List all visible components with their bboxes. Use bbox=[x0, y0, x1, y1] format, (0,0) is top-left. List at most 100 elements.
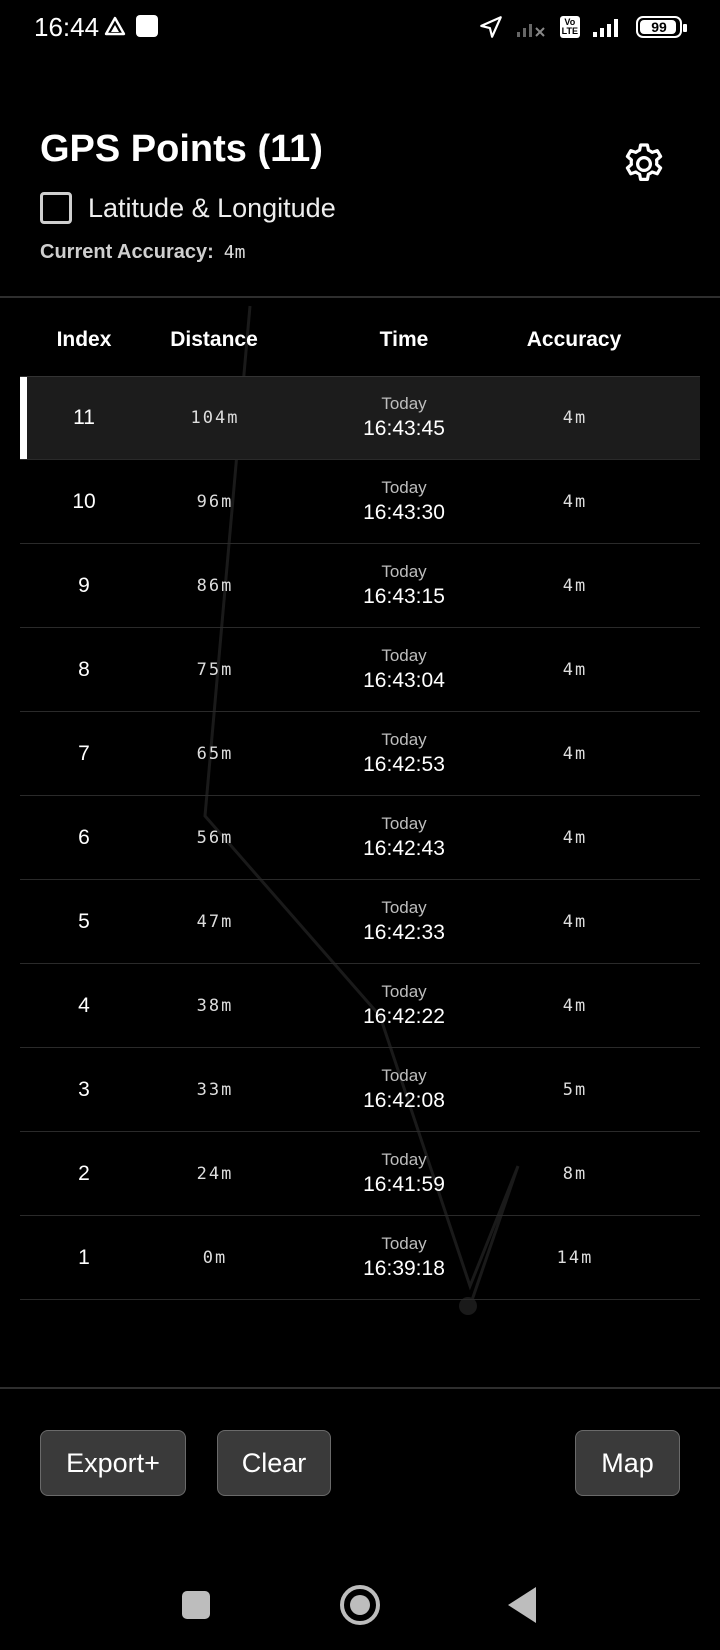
lat-lon-label: Latitude & Longitude bbox=[88, 192, 336, 223]
table-row[interactable]: 4 38m Today 16:42:22 4m bbox=[20, 964, 700, 1048]
cell-accuracy: 4m bbox=[562, 491, 588, 512]
table-row[interactable]: 11 104m Today 16:43:45 4m bbox=[20, 376, 700, 460]
cell-time: Today 16:42:22 bbox=[363, 981, 445, 1031]
recent-apps-button[interactable] bbox=[182, 1591, 210, 1619]
current-accuracy-label: Current Accuracy: bbox=[40, 241, 214, 263]
cell-time: Today 16:43:15 bbox=[363, 561, 445, 611]
cell-distance: 65m bbox=[196, 743, 234, 764]
cell-time-day: Today bbox=[381, 1149, 427, 1169]
map-button[interactable]: Map bbox=[575, 1430, 680, 1496]
table-row[interactable]: 2 24m Today 16:41:59 8m bbox=[20, 1132, 700, 1216]
cell-index: 8 bbox=[78, 657, 90, 681]
cell-time: Today 16:42:43 bbox=[363, 813, 445, 863]
cell-accuracy: 8m bbox=[562, 1163, 588, 1184]
cell-time: Today 16:42:53 bbox=[363, 729, 445, 779]
divider bbox=[0, 1387, 720, 1389]
table-row[interactable]: 8 75m Today 16:43:04 4m bbox=[20, 628, 700, 712]
cell-time-clock: 16:43:30 bbox=[363, 500, 445, 524]
cell-time-day: Today bbox=[381, 1233, 427, 1253]
cell-accuracy: 14m bbox=[556, 1247, 594, 1268]
column-header-accuracy[interactable]: Accuracy bbox=[527, 328, 622, 352]
cell-time-clock: 16:42:33 bbox=[363, 920, 445, 944]
cell-time-clock: 16:43:45 bbox=[363, 417, 445, 440]
cell-time-clock: 16:39:18 bbox=[363, 1256, 445, 1280]
table-row[interactable]: 7 65m Today 16:42:53 4m bbox=[20, 712, 700, 796]
cell-index: 7 bbox=[78, 741, 90, 765]
status-bar: 16:44 Vo LTE 99 bbox=[0, 0, 720, 54]
gps-points-table: 11 104m Today 16:43:45 4m 10 96m Today 16:43:30 4… bbox=[20, 376, 700, 1300]
battery-icon: 99 bbox=[636, 16, 687, 38]
cell-time-day: Today bbox=[381, 897, 427, 917]
volte-icon: Vo LTE bbox=[559, 16, 580, 38]
column-header-time[interactable]: Time bbox=[380, 328, 429, 352]
cell-time-day: Today bbox=[381, 645, 427, 665]
cell-time: Today 16:41:59 bbox=[363, 1149, 445, 1199]
cell-distance: 0m bbox=[202, 1247, 228, 1268]
cell-accuracy: 4m bbox=[562, 827, 588, 848]
settings-button[interactable] bbox=[620, 140, 668, 188]
current-accuracy-value: 4m bbox=[223, 242, 246, 263]
signal-weak-icon bbox=[516, 24, 545, 37]
table-row[interactable]: 6 56m Today 16:42:43 4m bbox=[20, 796, 700, 880]
cell-index: 3 bbox=[78, 1077, 90, 1101]
cell-time: Today 16:42:33 bbox=[363, 897, 445, 947]
location-arrow-icon bbox=[479, 16, 502, 38]
cell-time-day: Today bbox=[381, 477, 427, 497]
cell-index: 2 bbox=[78, 1161, 90, 1185]
table-row[interactable]: 10 96m Today 16:43:30 4m bbox=[20, 460, 700, 544]
gear-icon bbox=[625, 143, 663, 181]
lat-lon-toggle[interactable]: Latitude & Longitude bbox=[40, 192, 336, 224]
cell-accuracy: 4m bbox=[562, 743, 588, 764]
cell-accuracy: 4m bbox=[562, 408, 588, 428]
cell-index: 4 bbox=[78, 993, 90, 1017]
current-accuracy: Current Accuracy: 4m bbox=[40, 241, 245, 264]
cell-time: Today 16:39:18 bbox=[363, 1233, 445, 1283]
cell-time: Today 16:42:08 bbox=[363, 1065, 445, 1115]
cell-distance: 33m bbox=[196, 1079, 234, 1100]
cell-time-day: Today bbox=[381, 813, 427, 833]
cell-time: Today 16:43:04 bbox=[363, 645, 445, 695]
cell-time-clock: 16:42:53 bbox=[363, 752, 445, 776]
column-header-index[interactable]: Index bbox=[57, 328, 112, 352]
cell-time-clock: 16:41:59 bbox=[363, 1172, 445, 1196]
cell-distance: 38m bbox=[196, 995, 234, 1016]
cell-time-day: Today bbox=[381, 561, 427, 581]
cell-accuracy: 4m bbox=[562, 659, 588, 680]
cell-time: Today 16:43:45 bbox=[363, 393, 445, 443]
clear-button[interactable]: Clear bbox=[217, 1430, 331, 1496]
cell-index: 6 bbox=[78, 825, 90, 849]
table-row[interactable]: 3 33m Today 16:42:08 5m bbox=[20, 1048, 700, 1132]
back-button[interactable] bbox=[508, 1587, 536, 1623]
battery-level: 99 bbox=[651, 19, 667, 35]
cell-distance: 104m bbox=[190, 408, 240, 428]
page-title: GPS Points (11) bbox=[40, 128, 323, 170]
cell-index: 1 bbox=[78, 1245, 90, 1269]
table-row[interactable]: 1 0m Today 16:39:18 14m bbox=[20, 1216, 700, 1300]
cell-accuracy: 5m bbox=[562, 1079, 588, 1100]
cell-time-clock: 16:42:43 bbox=[363, 836, 445, 860]
home-button[interactable] bbox=[340, 1585, 380, 1625]
divider bbox=[0, 296, 720, 298]
export-button[interactable]: Export+ bbox=[40, 1430, 186, 1496]
table-header: Index Distance Time Accuracy bbox=[20, 328, 700, 368]
cell-accuracy: 4m bbox=[562, 995, 588, 1016]
column-header-distance[interactable]: Distance bbox=[170, 328, 258, 352]
table-row[interactable]: 5 47m Today 16:42:33 4m bbox=[20, 880, 700, 964]
cell-index: 10 bbox=[72, 489, 96, 513]
cell-distance: 47m bbox=[196, 911, 234, 932]
cell-time-day: Today bbox=[381, 981, 427, 1001]
cell-time-day: Today bbox=[381, 1065, 427, 1085]
lat-lon-checkbox[interactable] bbox=[40, 192, 72, 224]
cell-distance: 96m bbox=[196, 491, 234, 512]
table-row[interactable]: 9 86m Today 16:43:15 4m bbox=[20, 544, 700, 628]
signal-strength-icon bbox=[593, 19, 618, 37]
cell-accuracy: 4m bbox=[562, 911, 588, 932]
home-icon bbox=[350, 1595, 370, 1615]
notification-square-icon bbox=[136, 15, 158, 37]
cell-index: 5 bbox=[78, 909, 90, 933]
cell-distance: 86m bbox=[196, 575, 234, 596]
cell-time-day: Today bbox=[381, 394, 427, 413]
drive-icon bbox=[104, 16, 126, 36]
cell-time-day: Today bbox=[381, 729, 427, 749]
cell-time-clock: 16:42:08 bbox=[363, 1088, 445, 1112]
